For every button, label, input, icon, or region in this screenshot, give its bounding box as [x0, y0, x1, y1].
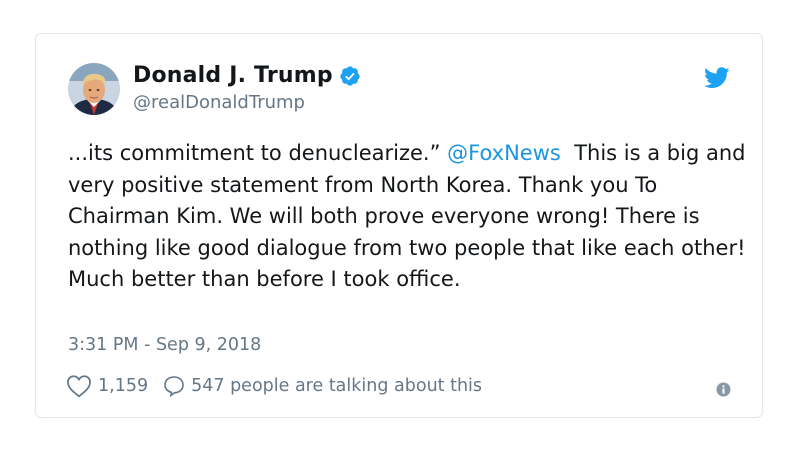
heart-icon — [66, 374, 92, 398]
avatar[interactable] — [68, 63, 120, 115]
tweet-text-start: ...its commitment to denuclearize.” — [68, 141, 448, 165]
timestamp-link[interactable]: 3:31 PM - Sep 9, 2018 — [68, 335, 261, 355]
author-row: Donald J. Trump — [133, 63, 361, 88]
speech-bubble-icon — [162, 374, 186, 398]
mention-link[interactable]: @FoxNews — [447, 141, 561, 165]
tweet-card: Donald J. Trump @realDonaldTrump ...its … — [35, 33, 763, 418]
reply-conversation-link[interactable]: 547 people are talking about this — [162, 374, 482, 398]
action-bar: 1,159 547 people are talking about this — [66, 374, 482, 398]
like-button[interactable]: 1,159 — [66, 374, 148, 398]
author-name[interactable]: Donald J. Trump — [133, 63, 333, 88]
tweet-text: ...its commitment to denuclearize.” @Fox… — [68, 138, 748, 296]
author-handle[interactable]: @realDonaldTrump — [133, 92, 305, 113]
verified-badge-icon — [339, 65, 361, 87]
talking-count-text: 547 people are talking about this — [191, 376, 483, 396]
info-icon[interactable] — [716, 382, 731, 397]
twitter-bird-icon[interactable] — [704, 67, 730, 89]
avatar-image — [68, 63, 120, 115]
like-count: 1,159 — [98, 376, 149, 396]
